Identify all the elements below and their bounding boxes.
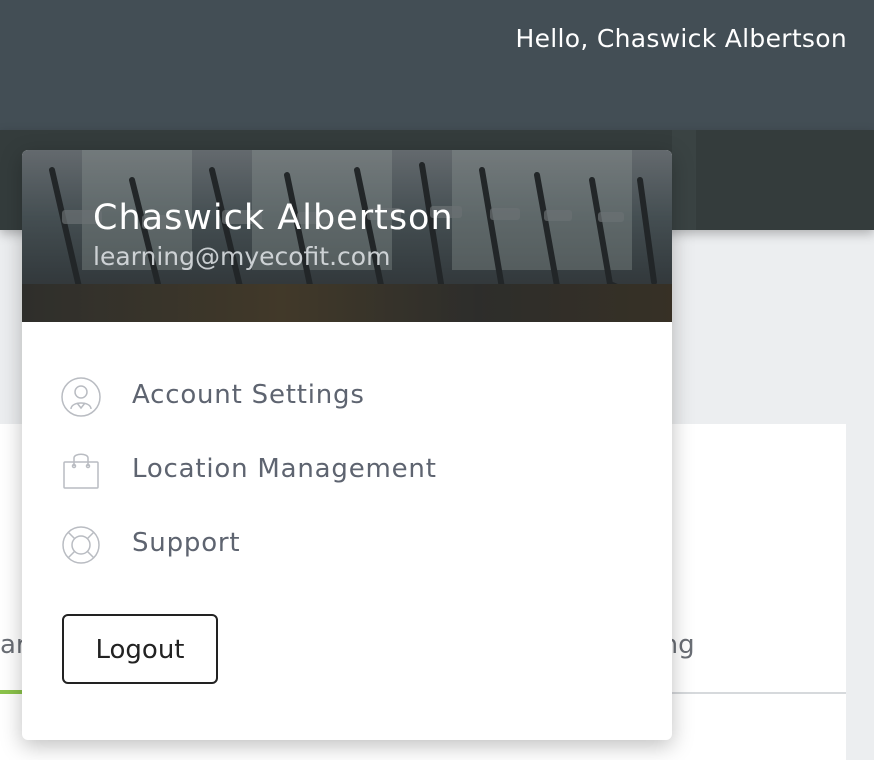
menu-item-label: Account Settings xyxy=(132,380,365,410)
menu-item-label: Support xyxy=(132,528,241,558)
top-header: Hello, Chaswick Albertson xyxy=(0,0,874,130)
user-dropdown-menu: Chaswick Albertson learning@myecofit.com… xyxy=(22,150,672,740)
menu-item-account-settings[interactable]: Account Settings xyxy=(22,366,672,426)
shopping-bag-icon xyxy=(60,450,102,492)
menu-item-location-management[interactable]: Location Management xyxy=(22,440,672,500)
profile-name: Chaswick Albertson xyxy=(93,198,454,238)
profile-email: learning@myecofit.com xyxy=(93,242,391,271)
user-avatar-icon xyxy=(60,376,102,418)
menu-item-label: Location Management xyxy=(132,454,437,484)
subnav-separator xyxy=(672,130,696,230)
profile-header-banner: Chaswick Albertson learning@myecofit.com xyxy=(22,150,672,322)
logout-button[interactable]: Logout xyxy=(62,614,218,684)
active-tab-indicator xyxy=(0,690,24,694)
lifebuoy-icon xyxy=(60,524,102,566)
user-greeting[interactable]: Hello, Chaswick Albertson xyxy=(515,24,847,53)
menu-item-support[interactable]: Support xyxy=(22,514,672,574)
